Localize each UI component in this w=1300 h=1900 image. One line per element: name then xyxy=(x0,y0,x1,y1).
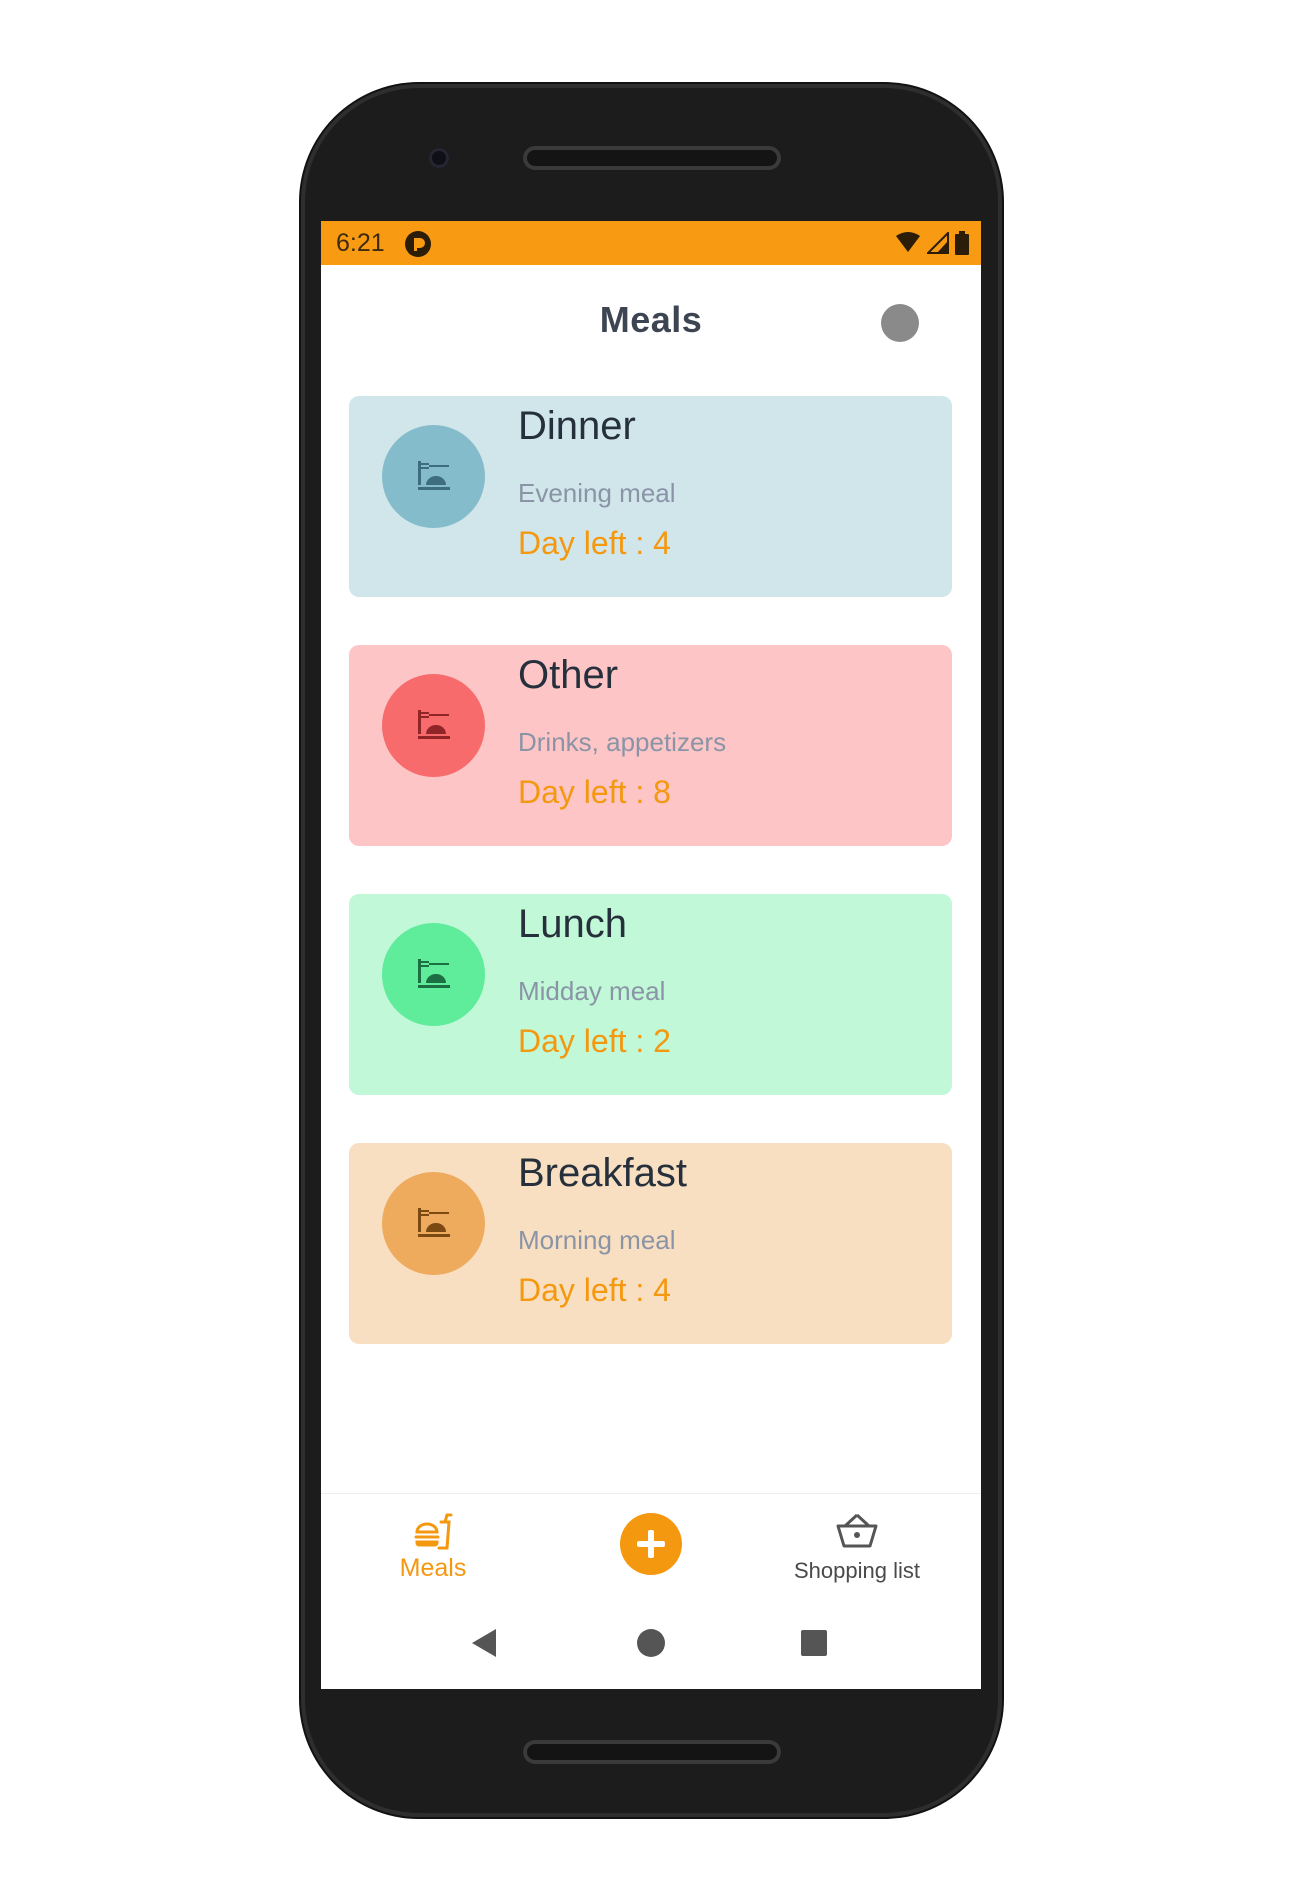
signal-icon xyxy=(927,232,949,254)
dish-icon xyxy=(418,461,450,490)
basket-icon xyxy=(836,1513,878,1548)
dish-icon xyxy=(418,959,450,988)
meal-days-left: Day left : 2 xyxy=(518,1023,671,1059)
status-time: 6:21 xyxy=(336,229,385,257)
meal-name: Dinner xyxy=(518,404,636,448)
meal-icon-circle xyxy=(382,1172,485,1275)
status-bar: 6:21 xyxy=(321,221,981,265)
meal-card-breakfast[interactable]: Breakfast Morning meal Day left : 4 xyxy=(349,1143,952,1344)
meal-icon-circle xyxy=(382,425,485,528)
bottom-navigation: Meals Shopping list xyxy=(321,1493,981,1604)
meal-name: Lunch xyxy=(518,902,627,946)
meal-description: Evening meal xyxy=(518,478,676,508)
app-notification-icon xyxy=(405,231,431,257)
home-icon[interactable] xyxy=(636,1627,666,1659)
wifi-icon xyxy=(896,232,920,252)
recents-icon[interactable] xyxy=(799,1627,829,1659)
theme-toggle-switch[interactable] xyxy=(881,304,953,344)
meal-name: Breakfast xyxy=(518,1151,687,1195)
meal-icon-circle xyxy=(382,674,485,777)
nav-shopping-label: Shopping list xyxy=(794,1558,920,1583)
meal-description: Midday meal xyxy=(518,976,666,1006)
bottom-speaker xyxy=(523,1740,781,1764)
meal-icon-circle xyxy=(382,923,485,1026)
back-icon[interactable] xyxy=(470,1627,498,1659)
app-bar: Meals xyxy=(321,265,981,375)
meal-card-dinner[interactable]: Dinner Evening meal Day left : 4 xyxy=(349,396,952,597)
meal-name: Other xyxy=(518,653,619,697)
earpiece-speaker xyxy=(523,146,781,170)
dish-icon xyxy=(418,710,450,739)
meal-days-left: Day left : 4 xyxy=(518,525,671,561)
phone-screen: 6:21 Meals Dinner Evening meal Day left … xyxy=(321,221,981,1689)
plus-icon xyxy=(637,1530,665,1558)
toggle-knob xyxy=(881,304,919,342)
add-meal-button[interactable] xyxy=(620,1513,682,1575)
dish-icon xyxy=(418,1208,450,1237)
front-camera xyxy=(429,148,449,168)
nav-shopping-list[interactable]: Shopping list xyxy=(767,1494,947,1604)
meal-card-lunch[interactable]: Lunch Midday meal Day left : 2 xyxy=(349,894,952,1095)
meal-days-left: Day left : 8 xyxy=(518,774,671,810)
battery-icon xyxy=(955,231,969,255)
system-navigation-bar xyxy=(321,1603,981,1689)
nav-meals-label: Meals xyxy=(399,1554,467,1582)
status-icons xyxy=(895,231,969,255)
nav-meals[interactable]: Meals xyxy=(373,1494,493,1604)
burger-drink-icon xyxy=(414,1513,453,1550)
meal-description: Drinks, appetizers xyxy=(518,727,727,757)
meal-card-other[interactable]: Other Drinks, appetizers Day left : 8 xyxy=(349,645,952,846)
meal-description: Morning meal xyxy=(518,1225,676,1255)
meal-days-left: Day left : 4 xyxy=(518,1272,671,1308)
